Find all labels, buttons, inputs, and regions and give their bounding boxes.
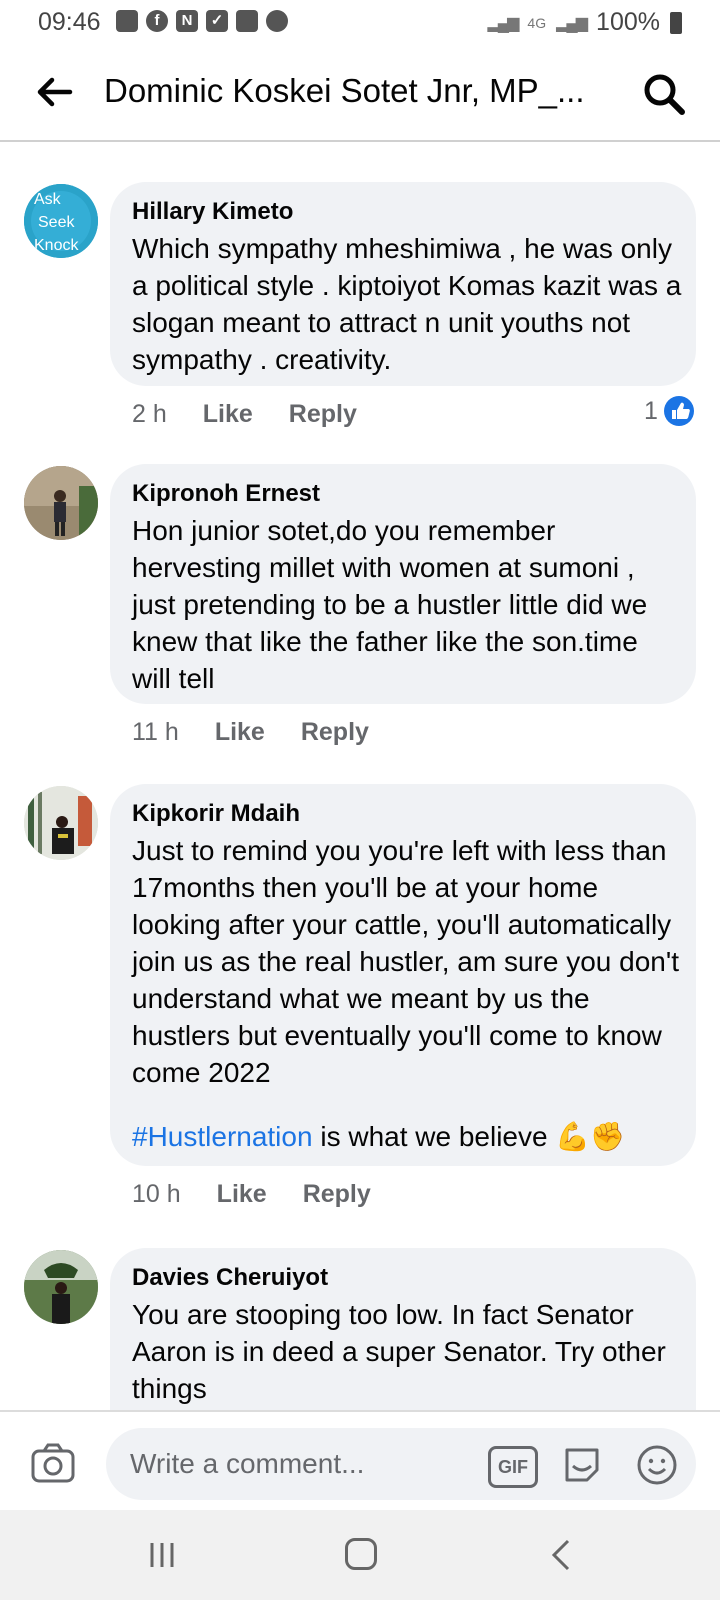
comment-input[interactable]: Write a comment... GIF xyxy=(106,1428,696,1500)
gif-button[interactable]: GIF xyxy=(488,1446,538,1488)
status-right: ▂▄▆ 4G ▂▄▆ 100% xyxy=(487,8,682,37)
comment-text: Just to remind you you're left with less… xyxy=(132,835,679,1088)
reply-button[interactable]: Reply xyxy=(289,400,357,429)
page-title: Dominic Koskei Sotet Jnr, MP_... xyxy=(104,72,585,109)
svg-text:Seek: Seek xyxy=(38,214,75,231)
comment-text: Which sympathy mheshimiwa , he was only … xyxy=(132,233,682,375)
smiley-icon xyxy=(637,1445,677,1485)
camera-icon xyxy=(31,1443,75,1483)
battery-icon xyxy=(670,11,682,34)
person-photo xyxy=(24,466,98,540)
search-button[interactable] xyxy=(640,70,688,118)
avatar[interactable] xyxy=(24,466,98,540)
comment-text: You are stooping too low. In fact Senato… xyxy=(132,1299,666,1404)
like-button[interactable]: Like xyxy=(215,718,265,747)
network-label: 4G xyxy=(527,14,547,31)
reaction-count: 1 xyxy=(644,396,658,425)
app-bar: Dominic Koskei Sotet Jnr, MP_... xyxy=(0,46,720,142)
news-icon: N xyxy=(176,10,198,32)
person-photo xyxy=(24,1250,98,1324)
hashtag-link[interactable]: #Hustlernation xyxy=(132,1121,313,1152)
svg-text:Ask: Ask xyxy=(34,191,62,208)
accessibility-icon xyxy=(266,10,288,32)
gallery-icon xyxy=(236,10,258,32)
comment-author[interactable]: Kipronoh Ernest xyxy=(132,480,320,508)
emoji-button[interactable] xyxy=(636,1444,678,1486)
system-back-button[interactable] xyxy=(548,1538,572,1572)
comment-bubble[interactable]: Davies Cheruiyot You are stooping too lo… xyxy=(110,1248,696,1410)
comment-actions: 11 h Like Reply xyxy=(132,718,369,747)
comment-author[interactable]: Hillary Kimeto xyxy=(132,198,293,226)
sticker-icon xyxy=(565,1448,599,1482)
svg-text:Knock: Knock xyxy=(34,237,79,254)
person-photo xyxy=(24,786,98,860)
comment-bubble[interactable]: Hillary Kimeto Which sympathy mheshimiwa… xyxy=(110,182,696,386)
comment-actions: 2 h Like Reply xyxy=(132,400,357,429)
comments-feed[interactable]: Ask Seek Knock Hillary Kimeto Which symp… xyxy=(0,142,720,1410)
comment-actions: 10 h Like Reply xyxy=(132,1180,371,1209)
signal-icon-2: ▂▄▆ xyxy=(556,14,588,32)
avatar[interactable] xyxy=(24,1250,98,1324)
ask-seek-knock-logo: Ask Seek Knock xyxy=(24,184,98,258)
comment-composer: Write a comment... GIF xyxy=(0,1410,720,1512)
avatar[interactable]: Ask Seek Knock xyxy=(24,184,98,258)
avatar[interactable] xyxy=(24,786,98,860)
battery-label: 100% xyxy=(596,8,660,36)
comment-author[interactable]: Davies Cheruiyot xyxy=(132,1264,328,1292)
comment-bubble[interactable]: Kipronoh Ernest Hon junior sotet,do you … xyxy=(110,464,696,704)
hashtag-tail: is what we believe 💪✊ xyxy=(312,1121,626,1152)
chevron-left-icon xyxy=(551,1539,570,1571)
facebook-icon: f xyxy=(146,10,168,32)
back-button[interactable] xyxy=(30,68,78,116)
like-button[interactable]: Like xyxy=(217,1180,267,1209)
search-icon xyxy=(644,74,685,115)
comment-author[interactable]: Kipkorir Mdaih xyxy=(132,800,300,828)
like-button[interactable]: Like xyxy=(203,400,253,429)
recent-apps-icon xyxy=(150,1543,174,1567)
notification-icons: f N ✓ xyxy=(116,10,288,32)
arrow-left-icon xyxy=(37,77,73,107)
comment-time[interactable]: 2 h xyxy=(132,400,167,429)
home-button[interactable] xyxy=(345,1538,377,1570)
comment-time[interactable]: 10 h xyxy=(132,1180,181,1209)
system-nav-bar xyxy=(0,1510,720,1600)
status-bar: 09:46 f N ✓ ▂▄▆ 4G ▂▄▆ 100% xyxy=(0,0,720,46)
reply-button[interactable]: Reply xyxy=(303,1180,371,1209)
sticker-button[interactable] xyxy=(561,1444,603,1486)
status-time: 09:46 xyxy=(38,8,101,36)
signal-icon: ▂▄▆ xyxy=(487,14,519,32)
reaction-summary[interactable]: 1 xyxy=(644,396,694,426)
checkbox-icon: ✓ xyxy=(206,10,228,32)
comment-time[interactable]: 11 h xyxy=(132,718,179,747)
recent-apps-button[interactable] xyxy=(148,1540,178,1570)
camera-button[interactable] xyxy=(30,1442,76,1484)
comment-text: Hon junior sotet,do you remember hervest… xyxy=(132,515,648,694)
thumbs-up-icon xyxy=(663,396,694,426)
message-icon xyxy=(116,10,138,32)
comment-placeholder: Write a comment... xyxy=(130,1448,365,1479)
comment-bubble[interactable]: Kipkorir Mdaih Just to remind you you're… xyxy=(110,784,696,1166)
reply-button[interactable]: Reply xyxy=(301,718,369,747)
hashtag-line: #Hustlernation is what we believe 💪✊ xyxy=(132,1118,682,1155)
